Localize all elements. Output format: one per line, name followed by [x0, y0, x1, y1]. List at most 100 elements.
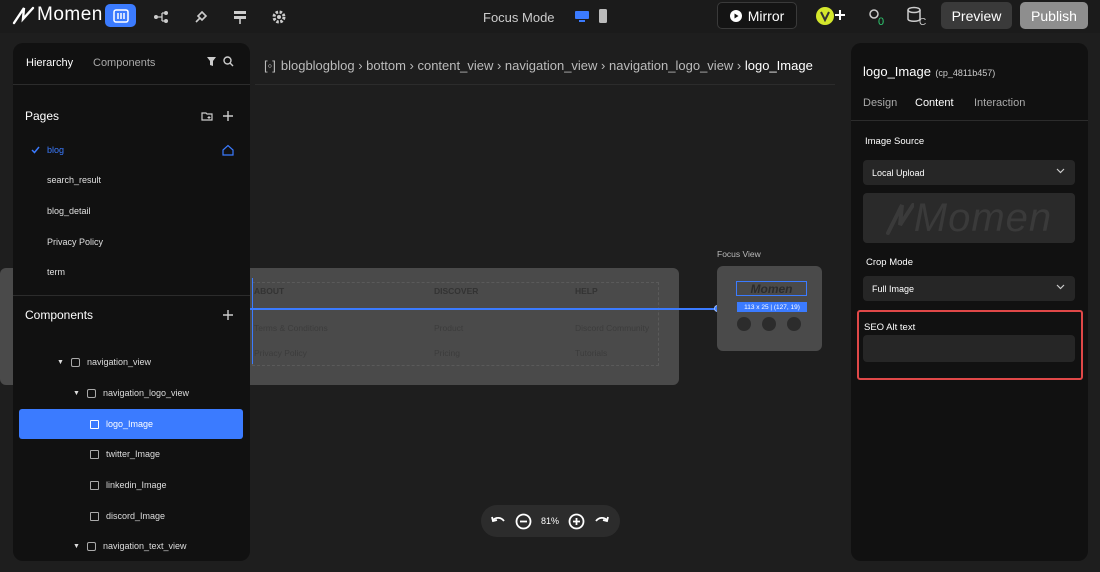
caret-down-icon[interactable]: ▼ — [73, 543, 80, 550]
tree-item-label: logo_Image — [106, 419, 154, 429]
zoom-out-icon — [515, 513, 532, 530]
desktop-view-button[interactable] — [574, 9, 590, 23]
image-icon — [90, 449, 99, 459]
breadcrumb-item[interactable]: navigation_logo_view — [609, 58, 733, 73]
discord-icon[interactable] — [787, 317, 801, 331]
breadcrumb-item[interactable]: bottom — [366, 58, 406, 73]
image-icon — [90, 511, 99, 521]
home-icon[interactable] — [222, 144, 234, 156]
focus-logo-image[interactable]: Momen — [736, 281, 807, 296]
undo-button[interactable] — [491, 514, 506, 528]
publish-label: Publish — [1031, 7, 1077, 24]
redo-button[interactable] — [594, 514, 609, 528]
bug-status-icon: 0 — [869, 9, 884, 26]
focus-view[interactable]: Momen 113 x 25 | (127, 19) — [717, 266, 822, 351]
seo-alt-input[interactable] — [863, 335, 1075, 362]
zoom-in-icon — [568, 513, 585, 530]
breadcrumb-item[interactable]: content_view — [417, 58, 493, 73]
svg-text:C: C — [919, 17, 926, 26]
page-item[interactable]: blog_detail — [47, 206, 91, 216]
footer-link: Tutorials — [575, 348, 608, 358]
play-icon — [729, 9, 742, 22]
right-panel: logo_Image (cp_4811b457) Design Content … — [851, 43, 1088, 561]
view-icon — [86, 541, 96, 551]
page-item[interactable]: search_result — [47, 175, 101, 185]
tab-components[interactable]: Components — [93, 57, 155, 69]
page-item[interactable]: blog — [47, 145, 64, 155]
tree-item-discord-image[interactable]: discord_Image — [19, 501, 243, 531]
database-icon: C — [907, 6, 926, 26]
left-panel: Hierarchy Components Pages blog search_r… — [13, 43, 250, 561]
publish-button[interactable]: Publish — [1020, 2, 1088, 29]
momen-logo[interactable]: Momen — [12, 4, 103, 26]
mobile-view-button[interactable] — [598, 9, 608, 23]
tab-content[interactable]: Content — [915, 97, 954, 109]
tree-item-navigation-logo-view[interactable]: ▼ navigation_logo_view — [19, 378, 243, 408]
footer-link: Product — [434, 323, 464, 333]
settings-panel-button[interactable] — [229, 6, 251, 28]
linkedin-icon[interactable] — [762, 317, 776, 331]
tree-item-twitter-image[interactable]: twitter_Image — [19, 439, 243, 469]
add-folder-icon — [201, 112, 213, 121]
tab-design[interactable]: Design — [863, 97, 897, 109]
caret-down-icon[interactable]: ▼ — [73, 390, 80, 397]
tree-item-label: navigation_view — [86, 357, 151, 367]
tab-interaction[interactable]: Interaction — [974, 97, 1025, 109]
actions-button[interactable] — [190, 6, 212, 28]
plus-icon — [835, 10, 845, 20]
add-collaborator-button[interactable] — [834, 9, 846, 21]
mirror-button[interactable]: Mirror — [717, 2, 797, 29]
tab-hierarchy[interactable]: Hierarchy — [26, 57, 73, 69]
search-button[interactable] — [223, 56, 234, 67]
footer-header: DISCOVER — [434, 286, 479, 296]
top-bar: Momen Focus Mode Mirror 0 C Preview Publ… — [0, 0, 1100, 33]
page-layout-button[interactable] — [105, 4, 136, 27]
tree-item-navigation-text-view[interactable]: ▼ navigation_text_view — [19, 531, 243, 561]
data-model-icon — [154, 11, 168, 23]
tree-item-label: twitter_Image — [106, 449, 161, 459]
preview-button[interactable]: Preview — [941, 2, 1012, 29]
caret-down-icon[interactable]: ▼ — [57, 359, 64, 366]
add-folder-button[interactable] — [201, 110, 213, 122]
filter-button[interactable] — [206, 56, 217, 67]
page-item[interactable]: Privacy Policy — [47, 237, 103, 247]
zoom-level: 81% — [541, 516, 560, 526]
zoom-toolbar: 81% — [481, 505, 620, 537]
crop-mode-select[interactable]: Full Image — [863, 276, 1075, 301]
redo-icon — [595, 516, 609, 523]
breadcrumb-item[interactable]: navigation_view — [505, 58, 598, 73]
data-model-button[interactable] — [150, 6, 172, 28]
twitter-icon[interactable] — [737, 317, 751, 331]
tree-item-linkedin-image[interactable]: linkedin_Image — [19, 470, 243, 500]
image-source-value: Local Upload — [872, 167, 925, 178]
zoom-in-button[interactable] — [568, 513, 585, 530]
chevron-down-icon — [1056, 168, 1065, 174]
svg-text:0: 0 — [878, 16, 884, 26]
view-icon — [86, 388, 96, 398]
add-page-button[interactable] — [222, 110, 234, 122]
tree-item-logo-image[interactable]: logo_Image — [19, 409, 243, 439]
image-preview[interactable]: Momen — [863, 193, 1075, 243]
undo-icon — [491, 516, 505, 523]
tree-item-navigation-view[interactable]: ▼ navigation_view — [19, 347, 243, 377]
sitemap-icon — [234, 11, 246, 24]
footer-header: ABOUT — [254, 286, 285, 296]
breadcrumb-item[interactable]: blogblogblog — [281, 58, 355, 73]
image-source-select[interactable]: Local Upload — [863, 160, 1075, 185]
zoom-out-button[interactable] — [515, 513, 532, 530]
image-preview-text: Momen — [913, 195, 1053, 240]
seo-alt-label: SEO Alt text — [864, 322, 916, 333]
settings-button[interactable] — [268, 6, 290, 28]
page-item[interactable]: term — [47, 267, 65, 277]
backend-status-button[interactable]: 0 — [867, 6, 887, 26]
layout-icon — [112, 8, 129, 23]
database-button[interactable]: C — [906, 6, 928, 26]
desktop-icon — [575, 11, 589, 22]
focus-mode-label: Focus Mode — [483, 10, 555, 25]
footer-link: Terms & Conditions — [254, 323, 328, 333]
momen-logo-mark — [885, 203, 914, 235]
add-component-button[interactable] — [222, 309, 234, 321]
plugin-icon — [195, 10, 208, 23]
chevron-down-icon — [1056, 284, 1065, 290]
selection-guide — [252, 278, 253, 364]
